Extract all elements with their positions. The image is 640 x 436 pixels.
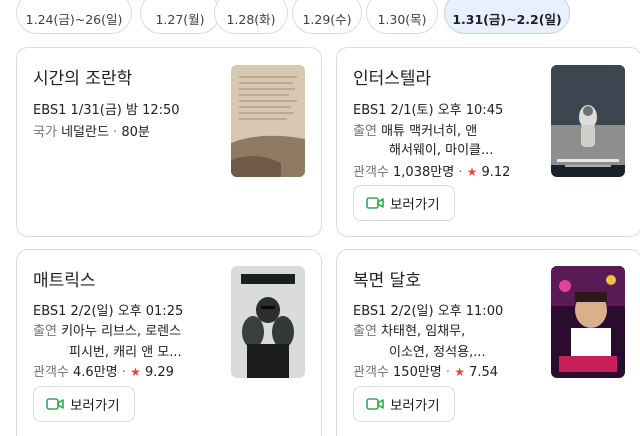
date-chip-1-31-selected[interactable]: 1.31(금)~2.2(일) <box>444 0 570 34</box>
program-card[interactable]: 매트릭스 EBS1 2/2(일) 오후 01:25 출연 키아누 리브스, 로렌… <box>16 249 322 436</box>
audience-label: 관객수 <box>353 165 389 180</box>
cast-label: 출연 <box>353 324 377 339</box>
poster-image <box>231 266 305 378</box>
audience-row: 관객수 4.6만명 · ★ 9.29 <box>33 361 174 380</box>
program-schedule: EBS1 1/31(금) 밤 12:50 <box>33 103 180 118</box>
video-camera-icon <box>366 398 384 410</box>
movie-poster[interactable] <box>231 266 305 378</box>
program-card[interactable]: 복면 달호 EBS1 2/2(일) 오후 11:00 출연 차태현, 임채무, … <box>336 249 640 436</box>
audience-value: 4.6만명 <box>73 365 118 380</box>
audience-row: 관객수 150만명 · ★ 7.54 <box>353 361 498 380</box>
cast-label: 출연 <box>33 324 57 339</box>
date-chip-1-24[interactable]: 1.24(금)~26(일) <box>16 0 132 34</box>
program-title[interactable]: 인터스텔라 <box>353 64 431 89</box>
program-card[interactable]: 시간의 조란학 EBS1 1/31(금) 밤 12:50 국가 네덜란드 · 8… <box>16 47 322 237</box>
program-card[interactable]: 인터스텔라 EBS1 2/1(토) 오후 10:45 출연 매튜 맥커너히, 앤… <box>336 47 640 237</box>
rating-value: 9.29 <box>144 365 174 380</box>
cast-row: 출연 매튜 맥커너히, 앤 <box>353 120 477 139</box>
separator-dot: · <box>113 125 118 140</box>
audience-value: 1,038만명 <box>393 165 455 180</box>
separator-dot: · <box>121 365 126 380</box>
poster-image <box>551 266 625 378</box>
book-page-image <box>231 65 305 177</box>
date-chip-1-30[interactable]: 1.30(목) <box>366 0 438 34</box>
audience-value: 150만명 <box>393 365 442 380</box>
date-chip-1-28[interactable]: 1.28(화) <box>214 0 288 34</box>
audience-row: 관객수 1,038만명 · ★ 9.12 <box>353 161 510 180</box>
poster-image <box>551 65 625 177</box>
program-schedule: EBS1 2/1(토) 오후 10:45 <box>353 103 504 118</box>
watch-button[interactable]: 보러가기 <box>33 386 135 422</box>
program-country-row: 국가 네덜란드 · 80분 <box>33 121 150 140</box>
country-value: 네덜란드 <box>61 125 109 140</box>
program-schedule: EBS1 2/2(일) 오후 01:25 <box>33 304 184 319</box>
cast-value-line2: 해서웨이, 마이클... <box>389 143 494 158</box>
program-schedule: EBS1 2/2(일) 오후 11:00 <box>353 304 504 319</box>
program-title[interactable]: 시간의 조란학 <box>33 64 132 89</box>
audience-label: 관객수 <box>33 365 69 380</box>
cast-value-line1: 키아누 리브스, 로렌스 <box>61 324 182 339</box>
watch-button-label: 보러가기 <box>70 398 120 414</box>
separator-dot: · <box>458 165 463 180</box>
audience-label: 관객수 <box>353 365 389 380</box>
rating-value: 7.54 <box>469 365 499 380</box>
watch-button[interactable]: 보러가기 <box>353 386 455 422</box>
cast-value-line1: 차태현, 임채무, <box>381 324 466 339</box>
date-chip-1-27[interactable]: 1.27(월) <box>140 0 220 34</box>
cast-row: 출연 차태현, 임채무, <box>353 320 465 339</box>
video-camera-icon <box>46 398 64 410</box>
movie-poster[interactable] <box>551 266 625 378</box>
cast-value-line1: 매튜 맥커너히, 앤 <box>381 124 478 139</box>
rating-value: 9.12 <box>481 165 511 180</box>
star-icon: ★ <box>130 365 141 379</box>
movie-poster[interactable] <box>551 65 625 177</box>
video-camera-icon <box>366 197 384 209</box>
watch-button-label: 보러가기 <box>390 197 440 213</box>
duration-value: 80분 <box>121 125 150 140</box>
watch-button[interactable]: 보러가기 <box>353 185 455 221</box>
watch-button-label: 보러가기 <box>390 398 440 414</box>
star-icon: ★ <box>466 165 478 179</box>
date-filter-chips: 1.24(금)~26(일) 1.27(월) 1.28(화) 1.29(수) 1.… <box>0 0 640 34</box>
program-title[interactable]: 복면 달호 <box>353 266 421 291</box>
program-title[interactable]: 매트릭스 <box>33 266 96 291</box>
cast-label: 출연 <box>353 124 377 139</box>
country-label: 국가 <box>33 125 57 140</box>
date-chip-1-29[interactable]: 1.29(수) <box>292 0 362 34</box>
star-icon: ★ <box>454 365 465 379</box>
cast-value-line2: 피시번, 캐리 앤 모... <box>69 345 182 360</box>
cast-row: 출연 키아누 리브스, 로렌스 <box>33 320 181 339</box>
program-thumbnail[interactable] <box>231 65 305 177</box>
cast-value-line2: 이소연, 정석용,... <box>389 345 486 360</box>
separator-dot: · <box>445 365 451 380</box>
